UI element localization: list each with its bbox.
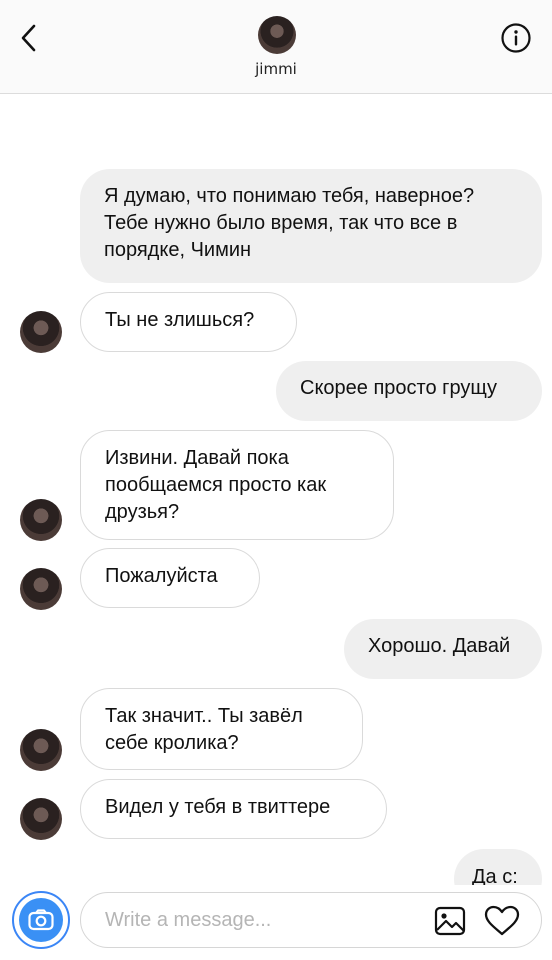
- message-bubble-outgoing[interactable]: Хорошо. Давай: [344, 619, 542, 679]
- sender-avatar[interactable]: [20, 499, 62, 541]
- info-button[interactable]: [500, 22, 532, 54]
- message-bubble-incoming[interactable]: Пожалуйста: [80, 548, 260, 608]
- message-input[interactable]: [105, 893, 425, 947]
- message-input-wrapper: [80, 892, 542, 948]
- info-icon: [501, 23, 531, 53]
- sender-avatar[interactable]: [20, 729, 62, 771]
- contact-avatar[interactable]: [258, 16, 296, 54]
- image-icon: [434, 906, 466, 936]
- sender-avatar[interactable]: [20, 798, 62, 840]
- message-bubble-incoming[interactable]: Так значит.. Ты завёл себе кролика?: [80, 688, 363, 770]
- sender-avatar[interactable]: [20, 568, 62, 610]
- back-button[interactable]: [12, 20, 44, 56]
- message-bubble-incoming[interactable]: Извини. Давай пока пообщаемся просто как…: [80, 430, 394, 540]
- message-bubble-incoming[interactable]: Видел у тебя в твиттере: [80, 779, 387, 839]
- message-thread[interactable]: Я думаю, что понимаю тебя, наверное? Теб…: [0, 95, 552, 909]
- gallery-button[interactable]: [433, 905, 467, 937]
- chevron-left-icon: [21, 24, 36, 52]
- like-button[interactable]: [484, 905, 520, 937]
- message-bubble-outgoing[interactable]: Я думаю, что понимаю тебя, наверное? Теб…: [80, 169, 542, 283]
- camera-button[interactable]: [12, 891, 70, 949]
- message-bubble-incoming[interactable]: Ты не злишься?: [80, 292, 297, 352]
- contact-name[interactable]: jimmi: [0, 60, 552, 78]
- sender-avatar[interactable]: [20, 311, 62, 353]
- chat-header: jimmi: [0, 0, 552, 94]
- message-composer: [0, 885, 552, 960]
- message-bubble-outgoing[interactable]: Скорее просто грущу: [276, 361, 542, 421]
- heart-icon: [484, 905, 520, 936]
- camera-icon: [19, 898, 63, 942]
